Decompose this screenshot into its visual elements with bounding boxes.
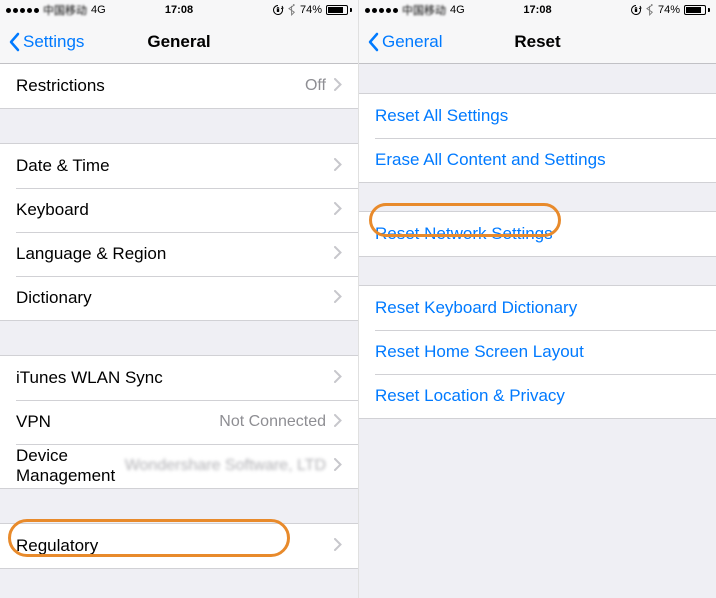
row-label: Regulatory (16, 536, 334, 556)
row-erase-all-content[interactable]: Erase All Content and Settings (359, 138, 716, 182)
carrier-label: 中国移动 (402, 2, 446, 18)
row-regulatory[interactable]: Regulatory (0, 524, 358, 568)
bluetooth-icon (288, 4, 296, 16)
chevron-right-icon (334, 412, 342, 432)
row-label: Erase All Content and Settings (375, 150, 700, 170)
section-gap (359, 418, 716, 598)
chevron-right-icon (334, 76, 342, 96)
row-reset-all-settings[interactable]: Reset All Settings (359, 94, 716, 138)
row-vpn[interactable]: VPN Not Connected (0, 400, 358, 444)
row-itunes-wlan[interactable]: iTunes WLAN Sync (0, 356, 358, 400)
row-label: Reset All Settings (375, 106, 700, 126)
chevron-right-icon (334, 244, 342, 264)
nav-bar: General Reset (359, 20, 716, 64)
battery-pct: 74% (658, 4, 680, 16)
row-reset-keyboard-dictionary[interactable]: Reset Keyboard Dictionary (359, 286, 716, 330)
row-label: Reset Keyboard Dictionary (375, 298, 700, 318)
row-dictionary[interactable]: Dictionary (0, 276, 358, 320)
row-label: VPN (16, 412, 219, 432)
carrier-label: 中国移动 (43, 2, 87, 18)
row-label: Reset Location & Privacy (375, 386, 700, 406)
row-label: Dictionary (16, 288, 334, 308)
row-detail: Not Connected (219, 413, 326, 431)
page-title: Reset (514, 32, 560, 52)
chevron-right-icon (334, 156, 342, 176)
row-label: Device Management (16, 446, 125, 486)
row-label: Reset Home Screen Layout (375, 342, 700, 362)
row-label: Language & Region (16, 244, 334, 264)
rotation-lock-icon (630, 4, 642, 16)
chevron-right-icon (334, 536, 342, 556)
bluetooth-icon (646, 4, 654, 16)
signal-dots-icon (365, 8, 398, 13)
network-label: 4G (450, 4, 465, 16)
row-restrictions[interactable]: Restrictions Off (0, 64, 358, 108)
row-reset-network-settings[interactable]: Reset Network Settings (359, 212, 716, 256)
row-date-time[interactable]: Date & Time (0, 144, 358, 188)
row-label: Date & Time (16, 156, 334, 176)
row-language-region[interactable]: Language & Region (0, 232, 358, 276)
status-time: 17:08 (165, 4, 193, 16)
status-bar: 中国移动 4G 17:08 74% (359, 0, 716, 20)
row-detail: Off (305, 77, 326, 95)
section-gap (359, 64, 716, 94)
row-reset-location-privacy[interactable]: Reset Location & Privacy (359, 374, 716, 418)
network-label: 4G (91, 4, 106, 16)
battery-icon (684, 5, 710, 15)
chevron-left-icon (8, 32, 20, 52)
battery-icon (326, 5, 352, 15)
section-gap (0, 488, 358, 524)
back-button[interactable]: Settings (8, 32, 84, 52)
row-device-management[interactable]: Device Management Wondershare Software, … (0, 444, 358, 488)
section-gap (0, 108, 358, 144)
row-label: iTunes WLAN Sync (16, 368, 334, 388)
back-label: Settings (23, 32, 84, 52)
signal-dots-icon (6, 8, 39, 13)
row-keyboard[interactable]: Keyboard (0, 188, 358, 232)
section-gap (0, 568, 358, 598)
back-button[interactable]: General (367, 32, 442, 52)
chevron-left-icon (367, 32, 379, 52)
nav-bar: Settings General (0, 20, 358, 64)
page-title: General (147, 32, 210, 52)
phone-reset: 中国移动 4G 17:08 74% General Reset Reset Al… (358, 0, 716, 598)
rotation-lock-icon (272, 4, 284, 16)
settings-table[interactable]: Restrictions Off Date & Time Keyboard La… (0, 64, 358, 598)
section-gap (0, 320, 358, 356)
status-time: 17:08 (523, 4, 551, 16)
section-gap (359, 182, 716, 212)
phone-general: 中国移动 4G 17:08 74% Settings General Restr… (0, 0, 358, 598)
row-label: Reset Network Settings (375, 224, 700, 244)
chevron-right-icon (334, 200, 342, 220)
row-detail: Wondershare Software, LTD (125, 457, 326, 475)
status-bar: 中国移动 4G 17:08 74% (0, 0, 358, 20)
chevron-right-icon (334, 456, 342, 476)
chevron-right-icon (334, 288, 342, 308)
row-label: Restrictions (16, 76, 305, 96)
row-label: Keyboard (16, 200, 334, 220)
back-label: General (382, 32, 442, 52)
section-gap (359, 256, 716, 286)
reset-table[interactable]: Reset All Settings Erase All Content and… (359, 64, 716, 598)
battery-pct: 74% (300, 4, 322, 16)
chevron-right-icon (334, 368, 342, 388)
row-reset-home-screen[interactable]: Reset Home Screen Layout (359, 330, 716, 374)
